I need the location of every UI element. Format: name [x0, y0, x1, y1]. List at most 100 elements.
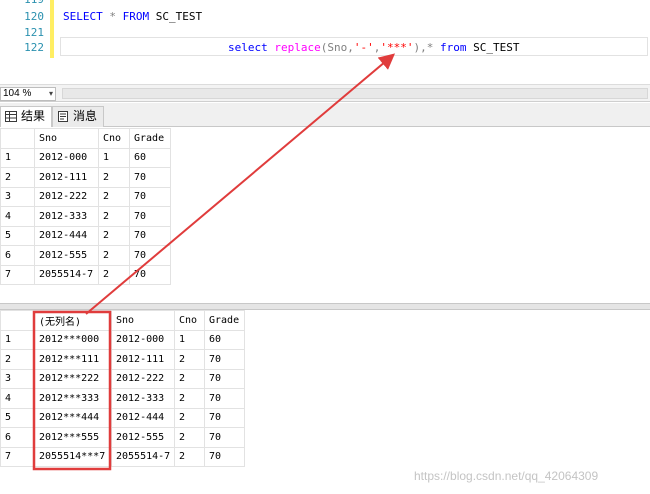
grid-cell[interactable]: 70 — [204, 349, 245, 370]
grid-cell[interactable]: 2012-000 — [34, 147, 99, 168]
table-row[interactable]: 7 2055514***7 2055514-7 2 70 — [0, 446, 245, 467]
grid-cell[interactable]: 70 — [204, 368, 245, 389]
row-number[interactable]: 2 — [0, 167, 35, 188]
grid-cell[interactable]: 70 — [204, 407, 245, 428]
grid-cell[interactable]: 1 — [98, 147, 130, 168]
code-text: ), — [413, 41, 427, 54]
grid-cell[interactable]: 2 — [174, 407, 205, 428]
grid-cell[interactable]: 2 — [174, 446, 205, 467]
grid-cell[interactable]: 70 — [204, 427, 245, 448]
grid-cell[interactable]: 70 — [129, 245, 171, 266]
row-number[interactable]: 3 — [0, 186, 35, 207]
grid-cell[interactable]: 2012***333 — [34, 388, 112, 409]
row-number[interactable]: 4 — [0, 388, 35, 409]
grid-cell[interactable]: 70 — [129, 186, 171, 207]
grid-cell[interactable]: 70 — [129, 206, 171, 227]
grid-cell[interactable]: 2012***555 — [34, 427, 112, 448]
table-row[interactable]: 2 2012-111 2 70 — [0, 167, 171, 188]
code-text: (Sno, — [320, 41, 354, 54]
grid-cell[interactable]: 2 — [98, 264, 130, 285]
grid-cell[interactable]: 2 — [98, 225, 130, 246]
row-number[interactable]: 7 — [0, 446, 35, 467]
table-row[interactable]: 6 2012***555 2012-555 2 70 — [0, 427, 245, 448]
zoom-dropdown[interactable]: 104 % ▾ — [0, 87, 56, 101]
table-row[interactable]: 5 2012***444 2012-444 2 70 — [0, 407, 245, 428]
grid-cell[interactable]: 60 — [129, 147, 171, 168]
column-header-no-name[interactable]: (无列名) — [34, 310, 112, 331]
grid-cell[interactable]: 2 — [98, 186, 130, 207]
grid-cell[interactable]: 2012-555 — [34, 245, 99, 266]
grid-cell[interactable]: 2012***444 — [34, 407, 112, 428]
grid-header-row: (无列名) Sno Cno Grade — [0, 310, 245, 331]
grid-cell[interactable]: 2 — [174, 427, 205, 448]
grid-cell[interactable]: 1 — [174, 329, 205, 350]
grid-cell[interactable]: 70 — [129, 264, 171, 285]
grid-cell[interactable]: 2012-444 — [34, 225, 99, 246]
column-header-cno[interactable]: Cno — [98, 128, 130, 149]
grid-cell[interactable]: 2012-222 — [34, 186, 99, 207]
table-row[interactable]: 1 2012-000 1 60 — [0, 147, 171, 168]
grid-cell[interactable]: 2 — [174, 368, 205, 389]
grid-cell[interactable]: 70 — [129, 225, 171, 246]
grid-cell[interactable]: 2055514***7 — [34, 446, 112, 467]
grid-cell[interactable]: 2012***000 — [34, 329, 112, 350]
row-number[interactable]: 1 — [0, 147, 35, 168]
row-number[interactable]: 2 — [0, 349, 35, 370]
grid-cell[interactable]: 2012***222 — [34, 368, 112, 389]
table-row[interactable]: 5 2012-444 2 70 — [0, 225, 171, 246]
grid-cell[interactable]: 2012-111 — [34, 167, 99, 188]
table-row[interactable]: 1 2012***000 2012-000 1 60 — [0, 329, 245, 350]
table-row[interactable]: 3 2012-222 2 70 — [0, 186, 171, 207]
grid-cell[interactable]: 2055514-7 — [34, 264, 99, 285]
table-row[interactable]: 6 2012-555 2 70 — [0, 245, 171, 266]
line-number: 119 — [24, 0, 44, 7]
row-number[interactable]: 5 — [0, 407, 35, 428]
grid-cell[interactable]: 70 — [204, 388, 245, 409]
sql-editor[interactable]: 119 120 121 122 SELECT * FROM SC_TEST se… — [0, 0, 650, 84]
column-header-grade[interactable]: Grade — [129, 128, 171, 149]
grid-cell[interactable]: 2012-555 — [111, 427, 175, 448]
code-line-120[interactable]: SELECT * FROM SC_TEST — [63, 9, 202, 24]
horizontal-scrollbar[interactable] — [62, 88, 648, 99]
code-line-122[interactable]: select replace(Sno,'-','***'),* from SC_… — [228, 40, 519, 55]
row-number-header — [0, 128, 35, 149]
grid-cell[interactable]: 2 — [174, 388, 205, 409]
row-number[interactable]: 6 — [0, 245, 35, 266]
row-number[interactable]: 3 — [0, 368, 35, 389]
column-header-cno[interactable]: Cno — [174, 310, 205, 331]
grid-cell[interactable]: 2012-111 — [111, 349, 175, 370]
row-number[interactable]: 7 — [0, 264, 35, 285]
grid-cell[interactable]: 2 — [174, 349, 205, 370]
tab-label: 消息 — [73, 109, 98, 123]
grid-cell[interactable]: 2 — [98, 206, 130, 227]
table-row[interactable]: 2 2012***111 2012-111 2 70 — [0, 349, 245, 370]
column-header-sno[interactable]: Sno — [111, 310, 175, 331]
column-header-grade[interactable]: Grade — [204, 310, 245, 331]
grid-cell[interactable]: 2012-333 — [34, 206, 99, 227]
grid-cell[interactable]: 70 — [204, 446, 245, 467]
tab-messages[interactable]: 消息 — [52, 106, 104, 127]
grid-cell[interactable]: 2012-444 — [111, 407, 175, 428]
tab-results[interactable]: 结果 — [0, 106, 52, 127]
table-row[interactable]: 3 2012***222 2012-222 2 70 — [0, 368, 245, 389]
table-row[interactable]: 4 2012***333 2012-333 2 70 — [0, 388, 245, 409]
row-number[interactable]: 1 — [0, 329, 35, 350]
grid-cell[interactable]: 2012-333 — [111, 388, 175, 409]
grid-cell[interactable]: 70 — [129, 167, 171, 188]
row-number[interactable]: 5 — [0, 225, 35, 246]
column-header-sno[interactable]: Sno — [34, 128, 99, 149]
table-row[interactable]: 4 2012-333 2 70 — [0, 206, 171, 227]
grid-cell[interactable]: 2 — [98, 245, 130, 266]
row-number[interactable]: 4 — [0, 206, 35, 227]
row-number[interactable]: 6 — [0, 427, 35, 448]
keyword: FROM — [122, 10, 150, 23]
grid-cell[interactable]: 60 — [204, 329, 245, 350]
grid-cell[interactable]: 2012***111 — [34, 349, 112, 370]
grid-cell[interactable]: 2 — [98, 167, 130, 188]
grid-cell[interactable]: 2012-222 — [111, 368, 175, 389]
grid-cell[interactable]: 2012-000 — [111, 329, 175, 350]
table-row[interactable]: 7 2055514-7 2 70 — [0, 264, 171, 285]
results-splitter[interactable] — [0, 303, 650, 310]
grid-cell[interactable]: 2055514-7 — [111, 446, 175, 467]
line-number: 121 — [24, 26, 44, 39]
